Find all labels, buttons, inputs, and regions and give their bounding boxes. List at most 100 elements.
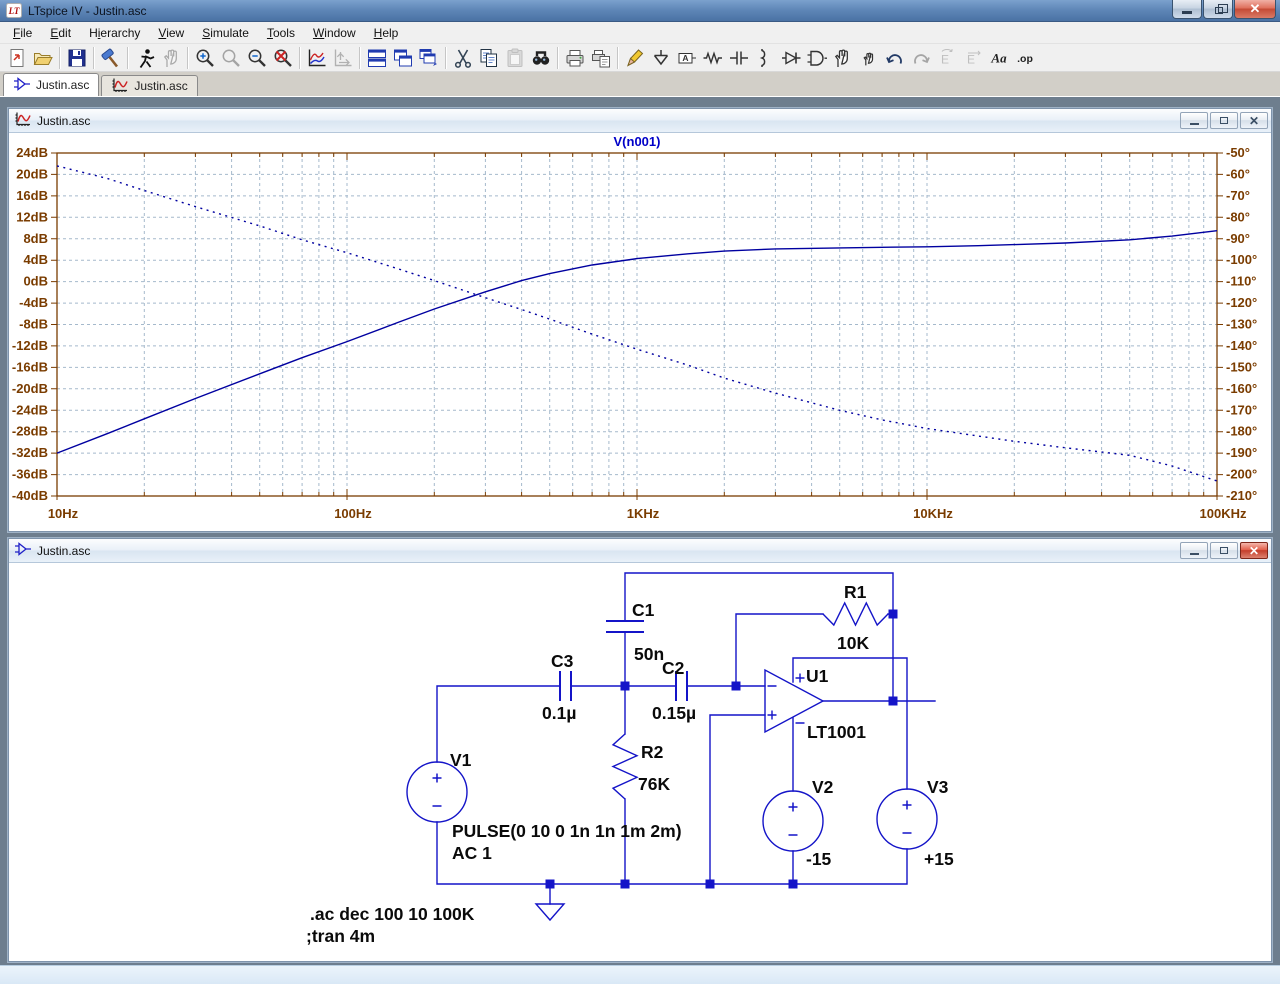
schematic-label[interactable]: 10K bbox=[837, 633, 869, 653]
tile-horizontal-icon bbox=[394, 49, 412, 66]
schematic-window-title-bar[interactable]: Justin.asc ✕ bbox=[9, 539, 1271, 563]
copy-button[interactable] bbox=[476, 46, 502, 70]
tab-waveform-justin.asc[interactable]: Justin.asc bbox=[101, 75, 198, 96]
schematic-label[interactable]: 0.15µ bbox=[652, 703, 696, 723]
menu-item-hierarchy[interactable]: Hierarchy bbox=[80, 23, 149, 43]
menu-item-edit[interactable]: Edit bbox=[41, 23, 80, 43]
tile-horizontal-button[interactable] bbox=[390, 46, 416, 70]
schematic-label[interactable]: .ac dec 100 10 100K bbox=[310, 904, 475, 924]
run-button[interactable] bbox=[132, 46, 158, 70]
resistor-R2[interactable] bbox=[611, 733, 639, 800]
cut-button[interactable] bbox=[450, 46, 476, 70]
schematic-window-maximize-button[interactable] bbox=[1210, 542, 1238, 559]
window-minimize-button[interactable] bbox=[1172, 0, 1202, 19]
schematic-label[interactable]: U1 bbox=[806, 666, 829, 686]
voltage-source-V3[interactable] bbox=[876, 788, 938, 850]
schematic-label[interactable]: LT1001 bbox=[807, 722, 866, 742]
title-bar[interactable]: LT LTspice IV - Justin.asc ✕ bbox=[0, 0, 1280, 22]
window-restore-button[interactable] bbox=[1203, 0, 1233, 19]
plot-window-close-button[interactable]: ✕ bbox=[1240, 112, 1268, 129]
zoom-out-button[interactable] bbox=[244, 46, 270, 70]
wire-button[interactable] bbox=[622, 46, 648, 70]
schematic-window-minimize-button[interactable] bbox=[1180, 542, 1208, 559]
schematic-label[interactable]: 76K bbox=[638, 774, 670, 794]
voltage-source-V1[interactable] bbox=[406, 761, 468, 823]
component-button[interactable] bbox=[804, 46, 830, 70]
left-axis-tick-label: -28dB bbox=[12, 424, 48, 439]
ground-button[interactable] bbox=[648, 46, 674, 70]
schematic-label[interactable]: 0.1µ bbox=[542, 703, 576, 723]
right-axis-tick-label: -200° bbox=[1226, 467, 1257, 482]
zoom-in-button[interactable] bbox=[192, 46, 218, 70]
right-axis-tick-label: -150° bbox=[1226, 359, 1257, 374]
undo-button[interactable] bbox=[882, 46, 908, 70]
open-button[interactable] bbox=[30, 46, 56, 70]
halt-button bbox=[158, 46, 184, 70]
schematic-label[interactable]: -15 bbox=[806, 849, 832, 869]
schematic-label[interactable]: C2 bbox=[662, 658, 685, 678]
halt-icon bbox=[163, 49, 177, 67]
schematic-label[interactable]: ;tran 4m bbox=[306, 926, 375, 946]
save-button[interactable] bbox=[64, 46, 90, 70]
undo-icon bbox=[886, 53, 902, 64]
menu-item-tools[interactable]: Tools bbox=[258, 23, 304, 43]
tile-vertical-button[interactable] bbox=[364, 46, 390, 70]
print-preview-button[interactable] bbox=[588, 46, 614, 70]
ground-symbol[interactable] bbox=[534, 903, 566, 922]
right-axis-tick-label: -50° bbox=[1226, 145, 1250, 160]
window-close-button[interactable]: ✕ bbox=[1234, 0, 1276, 19]
left-axis-tick-label: 4dB bbox=[23, 252, 48, 267]
cascade-button[interactable] bbox=[416, 46, 442, 70]
capacitor-button[interactable] bbox=[726, 46, 752, 70]
schematic-label[interactable]: PULSE(0 10 0 1n 1n 1m 2m) bbox=[452, 821, 682, 841]
drag-button[interactable] bbox=[856, 46, 882, 70]
schematic-label[interactable]: C3 bbox=[551, 651, 574, 671]
schematic-label[interactable]: V2 bbox=[812, 777, 834, 797]
menu-item-help[interactable]: Help bbox=[365, 23, 408, 43]
paste-button bbox=[502, 46, 528, 70]
net-label-button[interactable]: A bbox=[674, 46, 700, 70]
voltage-source-V2[interactable] bbox=[762, 790, 824, 852]
schematic-label[interactable]: 50n bbox=[634, 644, 664, 664]
left-axis-tick-label: -12dB bbox=[12, 338, 48, 353]
plot-window-minimize-button[interactable] bbox=[1180, 112, 1208, 129]
right-axis-tick-label: -80° bbox=[1226, 209, 1250, 224]
schematic-label[interactable]: V1 bbox=[450, 750, 472, 770]
new-schematic-button[interactable] bbox=[4, 46, 30, 70]
capacitor-C3[interactable] bbox=[559, 671, 572, 701]
waveform-pane[interactable]: 24dB 20dB 16dB 12dB 8dB 4dB 0dB -4dB -8dB -12dB -1… bbox=[9, 133, 1271, 531]
copy-icon bbox=[480, 48, 497, 67]
plot-window-maximize-button[interactable] bbox=[1210, 112, 1238, 129]
plot-settings-button[interactable] bbox=[304, 46, 330, 70]
print-button[interactable] bbox=[562, 46, 588, 70]
spice-directive-button[interactable]: .op bbox=[1012, 46, 1038, 70]
wire-junction bbox=[620, 681, 630, 691]
wire-junction bbox=[888, 609, 898, 619]
find-button[interactable] bbox=[528, 46, 554, 70]
menu-item-file[interactable]: File bbox=[4, 23, 41, 43]
resistor-button[interactable] bbox=[700, 46, 726, 70]
left-axis-tick-label: 16dB bbox=[16, 188, 48, 203]
schematic-window-close-button[interactable]: ✕ bbox=[1240, 542, 1268, 559]
schematic-label[interactable]: R1 bbox=[844, 582, 867, 602]
tab-schematic-justin.asc[interactable]: Justin.asc bbox=[3, 73, 100, 96]
menu-item-view[interactable]: View bbox=[149, 23, 193, 43]
capacitor-C1[interactable] bbox=[606, 620, 644, 633]
schematic-label[interactable]: AC 1 bbox=[452, 843, 492, 863]
menu-item-window[interactable]: Window bbox=[304, 23, 365, 43]
zoom-extents-button[interactable] bbox=[270, 46, 296, 70]
schematic-label[interactable]: V3 bbox=[927, 777, 949, 797]
menu-item-simulate[interactable]: Simulate bbox=[193, 23, 258, 43]
inductor-button[interactable] bbox=[752, 46, 778, 70]
control-panel-button[interactable] bbox=[98, 46, 124, 70]
schematic-label[interactable]: R2 bbox=[641, 742, 664, 762]
diode-button[interactable] bbox=[778, 46, 804, 70]
resistor-R1[interactable] bbox=[822, 601, 889, 627]
move-button[interactable] bbox=[830, 46, 856, 70]
net-label-icon: A bbox=[678, 52, 696, 63]
text-button[interactable]: Aa bbox=[986, 46, 1012, 70]
schematic-label[interactable]: +15 bbox=[924, 849, 954, 869]
schematic-canvas[interactable]: C1 50n C3 0.1µ C2 0.15µ R2 76K R1 10K U1 LT1001 V1 PU… bbox=[9, 563, 1271, 961]
schematic-label[interactable]: C1 bbox=[632, 600, 655, 620]
plot-window-title-bar[interactable]: Justin.asc ✕ bbox=[9, 109, 1271, 133]
